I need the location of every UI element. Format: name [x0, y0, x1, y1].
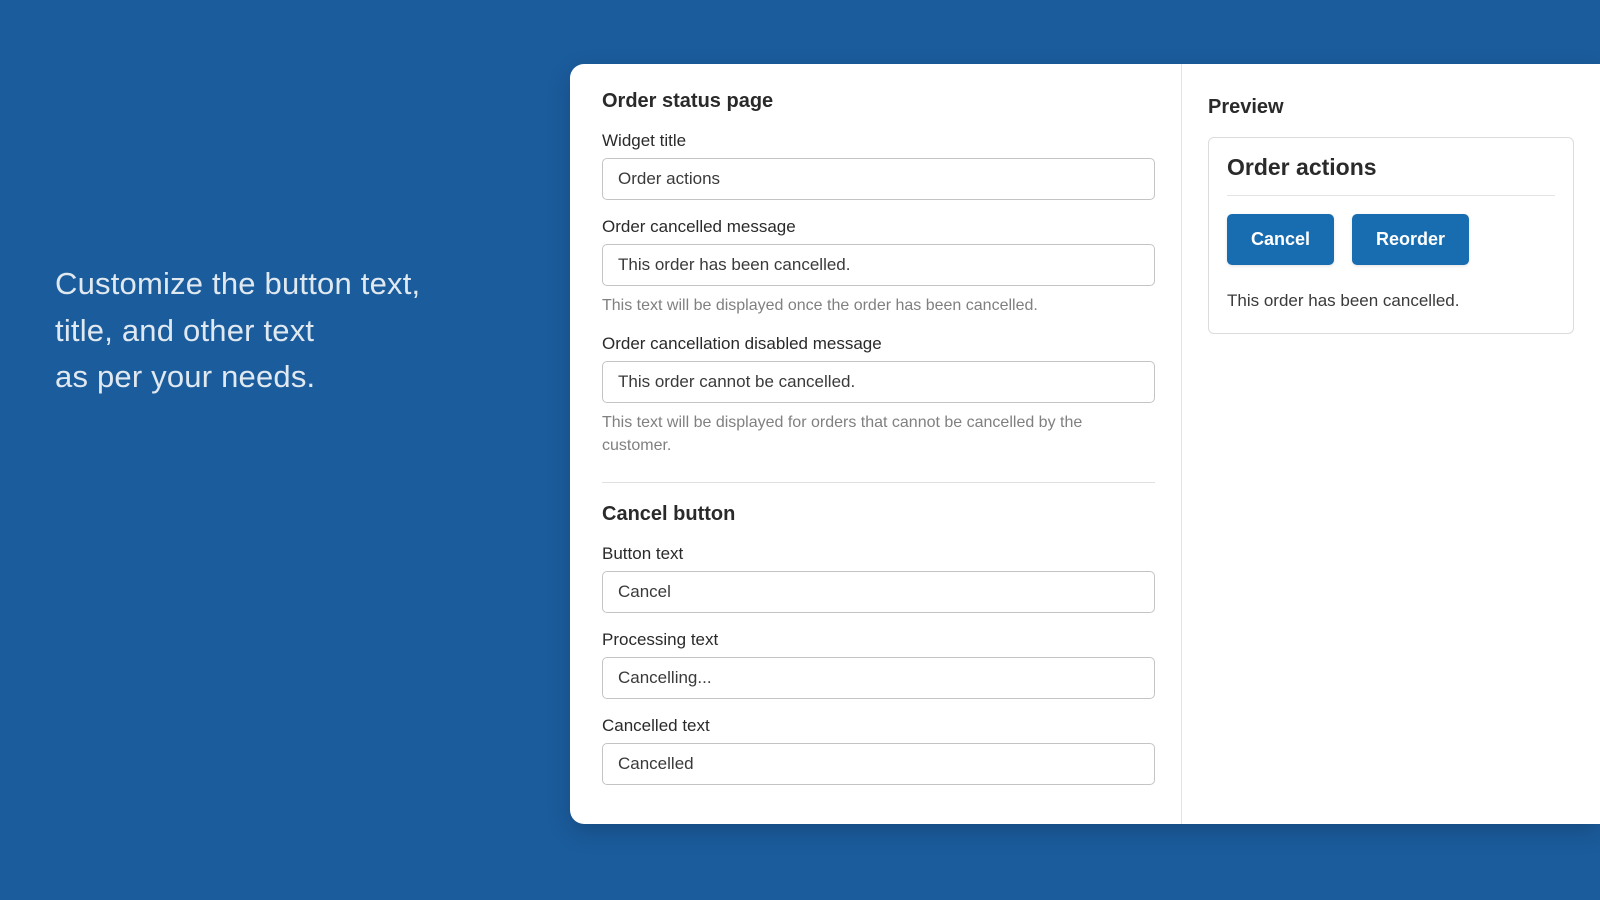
preview-panel: Preview Order actions Cancel Reorder Thi… — [1182, 64, 1600, 824]
hero-line-2: title, and other text — [55, 308, 420, 355]
cancelled-message-help: This text will be displayed once the ord… — [602, 294, 1155, 317]
cancelled-message-label: Order cancelled message — [602, 217, 1155, 237]
field-widget-title: Widget title — [602, 131, 1155, 200]
cancelled-text-input[interactable] — [602, 743, 1155, 785]
processing-text-label: Processing text — [602, 630, 1155, 650]
cancelled-message-input[interactable] — [602, 244, 1155, 286]
field-processing-text: Processing text — [602, 630, 1155, 699]
preview-buttons: Cancel Reorder — [1227, 214, 1555, 265]
section-order-status-heading: Order status page — [602, 90, 1155, 113]
widget-title-label: Widget title — [602, 131, 1155, 151]
field-button-text: Button text — [602, 544, 1155, 613]
section-divider — [602, 482, 1155, 483]
preview-title: Order actions — [1227, 154, 1555, 196]
disabled-message-input[interactable] — [602, 361, 1155, 403]
widget-title-input[interactable] — [602, 158, 1155, 200]
cancel-button[interactable]: Cancel — [1227, 214, 1334, 265]
processing-text-input[interactable] — [602, 657, 1155, 699]
field-cancelled-message: Order cancelled message This text will b… — [602, 217, 1155, 317]
preview-cancelled-message: This order has been cancelled. — [1227, 291, 1555, 311]
preview-box: Order actions Cancel Reorder This order … — [1208, 137, 1574, 334]
hero-text: Customize the button text, title, and ot… — [55, 261, 420, 401]
button-text-label: Button text — [602, 544, 1155, 564]
settings-card: Order status page Widget title Order can… — [570, 64, 1600, 824]
cancelled-text-label: Cancelled text — [602, 716, 1155, 736]
disabled-message-label: Order cancellation disabled message — [602, 334, 1155, 354]
field-disabled-message: Order cancellation disabled message This… — [602, 334, 1155, 457]
hero-line-3: as per your needs. — [55, 354, 420, 401]
field-cancelled-text: Cancelled text — [602, 716, 1155, 785]
preview-heading: Preview — [1208, 96, 1574, 119]
section-cancel-button-heading: Cancel button — [602, 503, 1155, 526]
button-text-input[interactable] — [602, 571, 1155, 613]
reorder-button[interactable]: Reorder — [1352, 214, 1469, 265]
form-panel: Order status page Widget title Order can… — [570, 64, 1182, 824]
hero-line-1: Customize the button text, — [55, 261, 420, 308]
disabled-message-help: This text will be displayed for orders t… — [602, 411, 1155, 457]
